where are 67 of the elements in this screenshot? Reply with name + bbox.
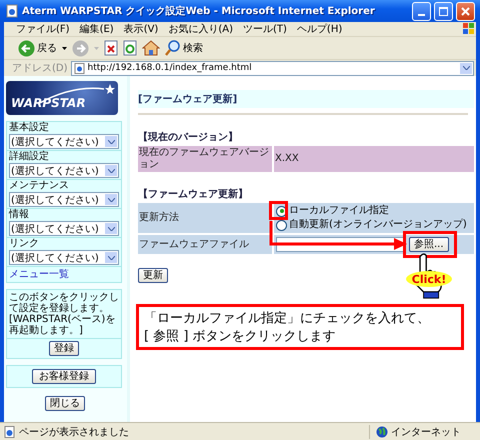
search-button[interactable]: 検索 [165, 40, 203, 56]
radio-label[interactable]: ローカルファイル指定 [289, 204, 389, 218]
caret-icon [105, 223, 117, 234]
globe-icon [376, 426, 388, 438]
url-text: http://192.168.0.1/index_frame.html [88, 63, 253, 73]
table-cell: X.XX [274, 146, 474, 172]
dropdown[interactable]: (選択してください) [9, 134, 119, 149]
dropdown[interactable]: (選択してください) [9, 221, 119, 236]
menu-item[interactable]: ファイル(F) [16, 22, 70, 36]
menu-item[interactable]: 編集(E) [80, 22, 114, 36]
callout-text: 「ローカルファイル指定」にチェックを入れて、 [144, 310, 430, 328]
caret-icon [105, 136, 117, 147]
minimize-button[interactable] [412, 2, 431, 20]
address-label: アドレス(D) [12, 62, 68, 75]
update-button[interactable]: 更新 [138, 268, 168, 283]
menu-label: リンク [9, 238, 40, 250]
logo-text: WARPSTAR [11, 97, 86, 110]
windows-flag-icon [462, 23, 476, 35]
menu-list-link[interactable]: メニュー一覧 [7, 267, 71, 282]
register-note: このボタンをクリックして設定を登録します。[WARPSTAR(ベース)を再起動します。] [8, 291, 120, 338]
caret-icon [105, 252, 117, 263]
back-button[interactable]: 戻る [18, 40, 57, 56]
register-button[interactable]: 登録 [49, 341, 79, 356]
menu-item[interactable]: 表示(V) [124, 22, 158, 36]
browse-button[interactable]: 参照... [409, 237, 449, 252]
home-button[interactable] [142, 40, 160, 56]
click-badge: Click! [406, 271, 452, 287]
dropdown[interactable]: (選択してください) [9, 250, 119, 265]
maximize-icon [439, 6, 448, 16]
dropdown[interactable]: (選択してください) [9, 192, 119, 207]
table-cell: 現在のファームウェアバージョン [138, 146, 272, 172]
page-icon [4, 426, 16, 438]
table-cell: 更新方法 [138, 203, 272, 233]
menu-item[interactable]: ツール(T) [243, 22, 287, 36]
close-button[interactable] [456, 2, 475, 20]
close-icon [461, 6, 470, 16]
search-icon [165, 40, 181, 56]
section-heading: 【現在のバージョン】 [138, 130, 238, 144]
menu-label: 情報 [9, 209, 30, 221]
ie-page-icon [5, 4, 19, 18]
page-title: [ファームウェア更新] [138, 90, 474, 108]
minimize-icon [418, 14, 425, 16]
maximize-button[interactable] [434, 2, 453, 20]
callout-text: [ 参照 ] ボタンをクリックします [144, 328, 336, 346]
menu-item[interactable]: ヘルプ(H) [296, 22, 342, 36]
dropdown-arrow-icon[interactable] [62, 46, 67, 50]
menu-label: 詳細設定 [9, 151, 50, 163]
address-field[interactable]: http://192.168.0.1/index_frame.html [70, 60, 474, 76]
menu-label: メンテナンス [9, 180, 70, 192]
status-message: ページが表示されました [19, 426, 130, 438]
caret-icon [105, 165, 117, 176]
refresh-button[interactable] [123, 40, 137, 56]
close-page-button[interactable]: 閉じる [45, 396, 85, 411]
radio-button[interactable] [276, 220, 287, 230]
stop-button[interactable] [104, 40, 118, 56]
radio-label[interactable]: 自動更新(オンラインバージョンアップ) [289, 218, 467, 232]
caret-icon [105, 194, 117, 205]
menu-label: 基本設定 [9, 122, 50, 134]
section-heading: 【ファームウェア更新】 [138, 187, 248, 201]
menu-item[interactable]: お気に入り(A) [168, 22, 233, 36]
window-title: Aterm WARPSTAR クイック設定Web - Microsoft Internet Explorer [22, 4, 376, 18]
page-icon [74, 62, 85, 74]
zone-label: インターネット [391, 426, 461, 438]
caret-icon [460, 62, 472, 74]
dropdown[interactable]: (選択してください) [9, 163, 119, 178]
customer-register-button[interactable]: お客様登録 [32, 369, 96, 384]
table-cell: ファームウェアファイル [138, 235, 272, 254]
